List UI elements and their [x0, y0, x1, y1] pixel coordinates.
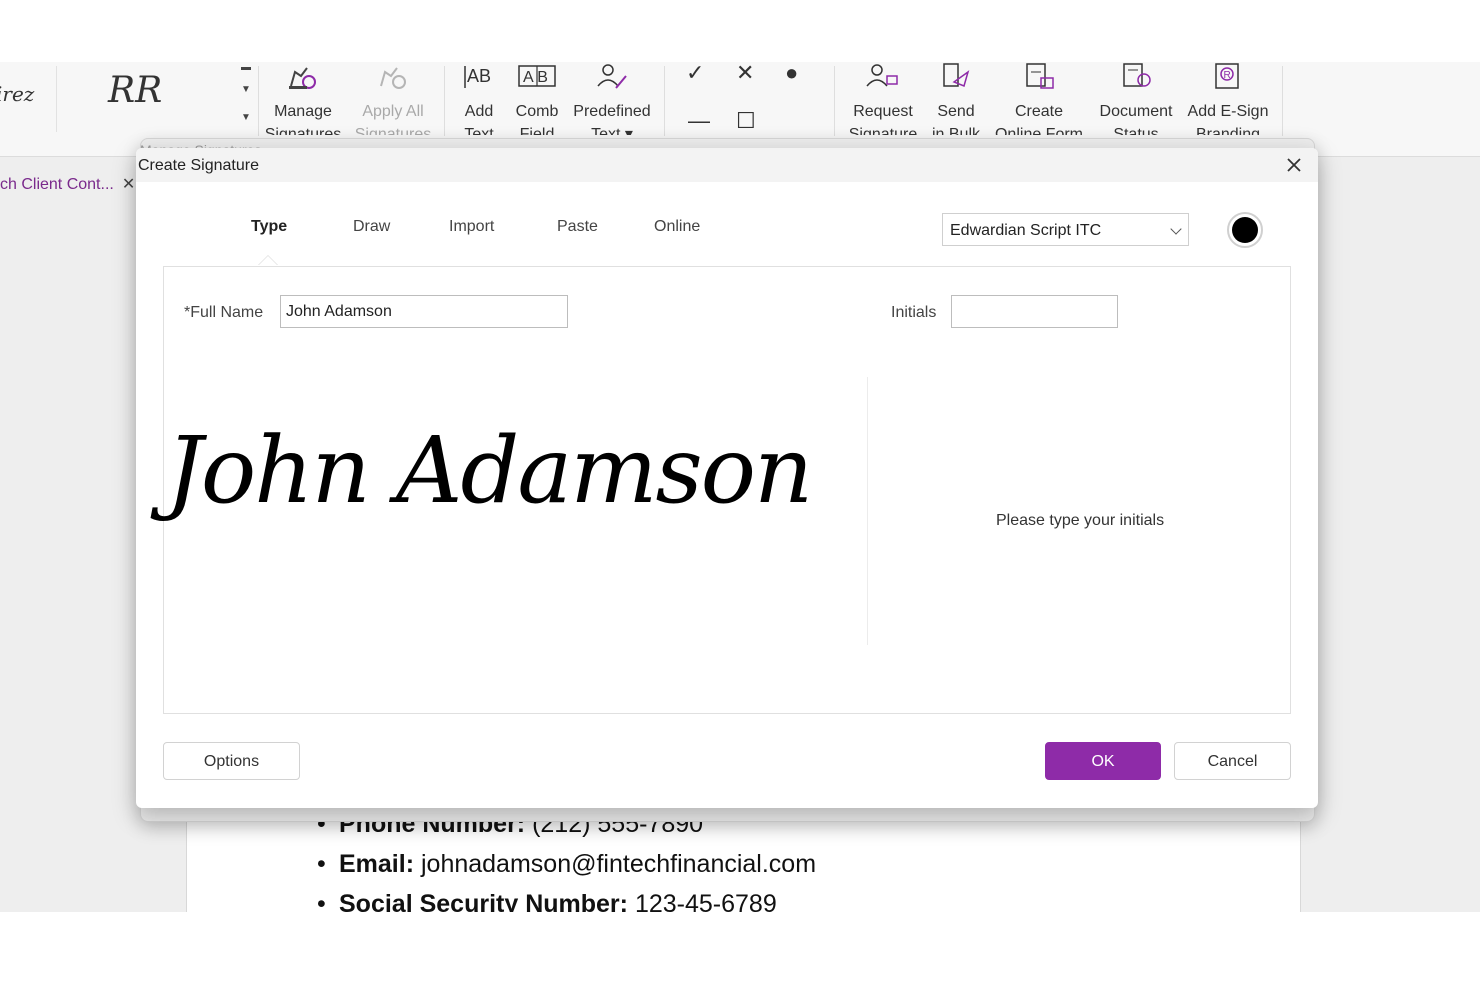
group-separator: [664, 66, 665, 136]
signature-thumbnail[interactable]: RR: [108, 70, 162, 111]
add-text-button[interactable]: AB Add Text: [456, 62, 502, 135]
close-icon[interactable]: [1282, 153, 1306, 177]
check-mark-icon[interactable]: ✓: [686, 62, 704, 86]
document-tab[interactable]: ch Client Cont... ✕: [0, 174, 135, 194]
full-name-label: *Full Name: [184, 304, 264, 321]
request-signature-button[interactable]: Request Signature: [846, 62, 920, 135]
tab-paste[interactable]: Paste: [557, 218, 598, 236]
dialog-header: Create Signature: [136, 148, 1318, 182]
comb-field-icon: A B: [512, 62, 562, 100]
font-select[interactable]: Edwardian Script ITC: [942, 213, 1189, 246]
add-esign-branding-icon: R: [1186, 62, 1270, 100]
options-button[interactable]: Options: [163, 742, 300, 780]
list-item: • Social Security Number: 123-45-6789: [317, 890, 777, 912]
signature-panel: *Full Name Initials John Adamson Please …: [163, 266, 1291, 714]
chevron-down-icon: [1170, 223, 1182, 235]
document-tab-label: ch Client Cont...: [0, 176, 114, 193]
active-tab-indicator: [258, 255, 278, 265]
gallery-expand-icon[interactable]: ▼: [241, 112, 251, 123]
color-swatch: [1232, 217, 1258, 243]
tab-type[interactable]: Type: [251, 218, 287, 236]
full-name-input[interactable]: [280, 295, 568, 328]
dialog-title: Create Signature: [138, 157, 259, 174]
svg-text:AB: AB: [467, 66, 491, 86]
rectangle-icon[interactable]: ☐: [736, 108, 756, 134]
create-online-form-icon: [992, 62, 1086, 100]
group-separator: [1282, 66, 1283, 136]
font-select-value: Edwardian Script ITC: [950, 222, 1102, 239]
scroll-up-icon[interactable]: ▬: [241, 62, 251, 73]
signature-tabs: Type Draw Import Paste Online: [136, 218, 836, 248]
send-in-bulk-button[interactable]: Send in Bulk: [928, 62, 984, 135]
preview-divider: [867, 377, 868, 645]
cross-mark-icon[interactable]: ✕: [736, 62, 754, 86]
scroll-down-icon[interactable]: ▼: [241, 84, 251, 95]
group-separator: [444, 66, 445, 136]
manage-signatures-button[interactable]: Manage Signatures: [262, 62, 344, 135]
predefined-text-button[interactable]: Predefined Text ▾: [570, 62, 654, 135]
signature-preview: John Adamson: [166, 417, 813, 524]
tab-draw[interactable]: Draw: [353, 218, 390, 236]
add-text-icon: AB: [456, 62, 502, 100]
comb-field-button[interactable]: A B Comb Field: [512, 62, 562, 135]
request-signature-icon: [846, 62, 920, 100]
initials-label: Initials: [891, 304, 937, 321]
group-separator: [258, 66, 259, 136]
thumbnail-separator: [56, 66, 57, 132]
create-online-form-button[interactable]: Create Online Form: [992, 62, 1086, 135]
manage-signatures-icon: [262, 62, 344, 100]
initials-input[interactable]: [951, 295, 1118, 328]
svg-text:R: R: [1224, 70, 1231, 81]
add-esign-branding-button[interactable]: R Add E-Sign Branding: [1186, 62, 1270, 135]
line-icon[interactable]: —: [688, 108, 710, 134]
apply-all-signatures-icon: [352, 62, 434, 100]
signature-thumbnail[interactable]: irez: [0, 82, 34, 106]
document-status-button[interactable]: Document Status: [1096, 62, 1176, 135]
create-signature-dialog: Create Signature Type Draw Import Paste …: [136, 148, 1318, 808]
ok-button[interactable]: OK: [1045, 742, 1161, 780]
predefined-text-icon: [570, 62, 654, 100]
svg-text:A B: A B: [523, 69, 548, 86]
ink-color-picker[interactable]: [1227, 212, 1263, 248]
document-status-icon: [1096, 62, 1176, 100]
close-tab-icon[interactable]: ✕: [122, 176, 135, 193]
dot-icon[interactable]: ●: [785, 62, 798, 86]
list-item: • Email: johnadamson@fintechfinancial.com: [317, 850, 817, 878]
apply-all-signatures-button[interactable]: Apply All Signatures: [352, 62, 434, 135]
tab-online[interactable]: Online: [654, 218, 700, 236]
gallery-scroll[interactable]: ▬ ▼ ▼: [238, 62, 256, 134]
group-separator: [834, 66, 835, 136]
tab-import[interactable]: Import: [449, 218, 494, 236]
initials-hint: Please type your initials: [996, 512, 1165, 529]
cancel-button[interactable]: Cancel: [1174, 742, 1291, 780]
send-in-bulk-icon: [928, 62, 984, 100]
